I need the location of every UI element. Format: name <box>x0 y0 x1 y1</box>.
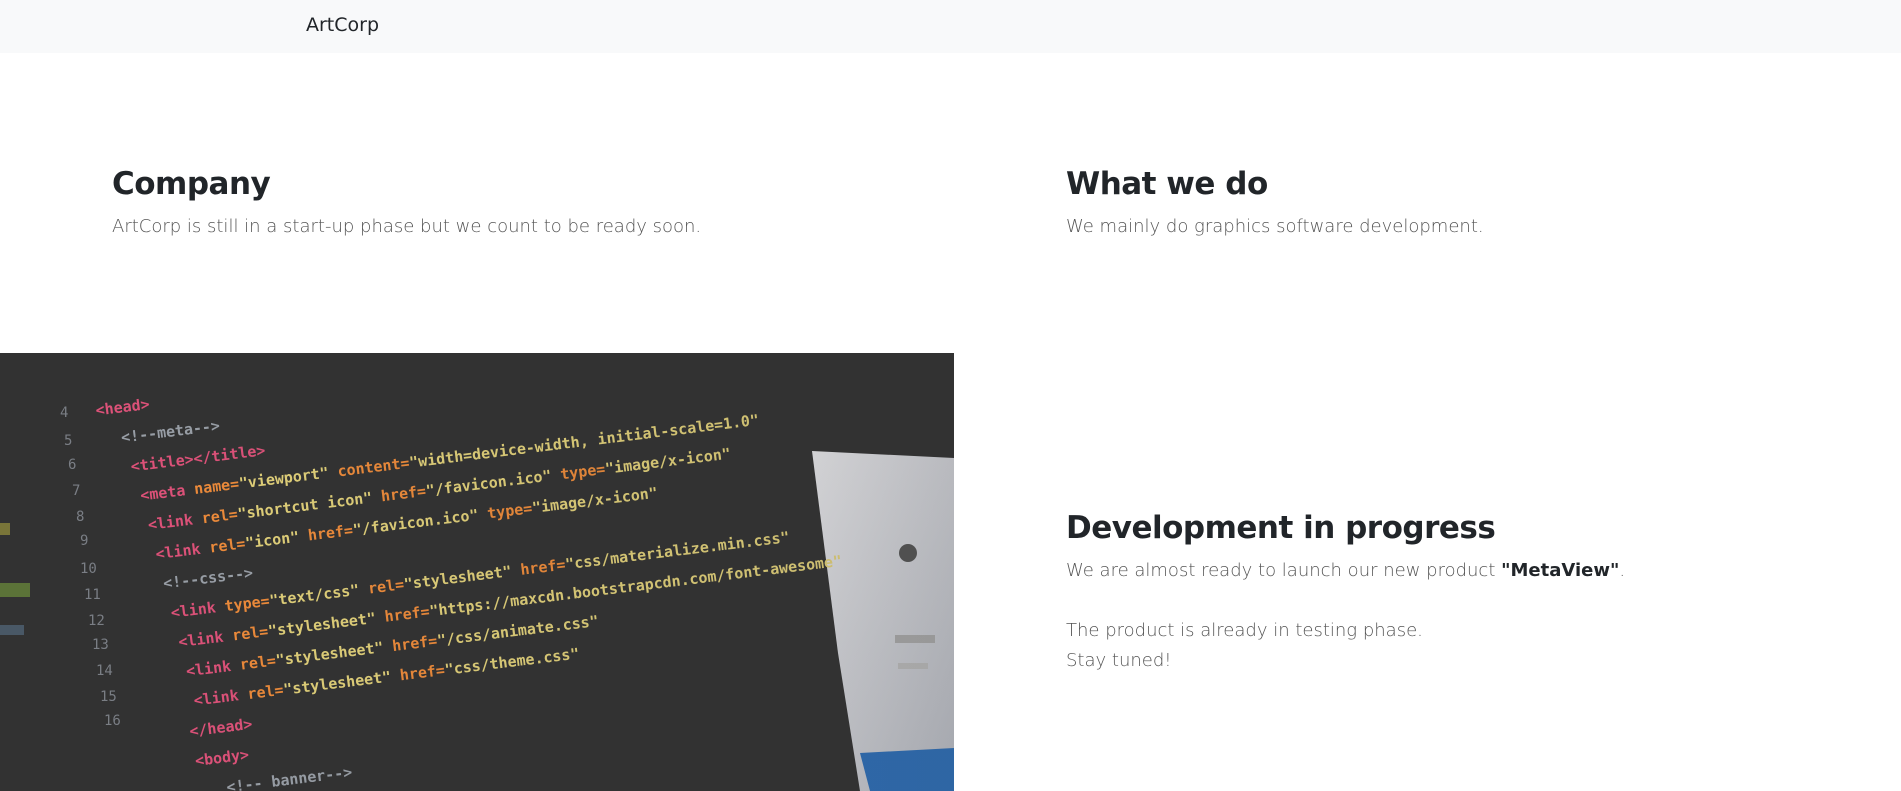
code-photo-art: 456 789 101112 131415 16 <head> <!--meta… <box>0 353 954 791</box>
what-we-do-text: We mainly do graphics software developme… <box>1066 216 1484 237</box>
development-line-1: We are almost ready to launch our new pr… <box>1066 556 1846 586</box>
development-line-3: Stay tuned! <box>1066 650 1172 671</box>
brand-link[interactable]: ArtCorp <box>306 14 379 36</box>
development-line-1-suffix: . <box>1619 560 1626 581</box>
company-title: Company <box>112 166 271 202</box>
development-line-1-prefix: We are almost ready to launch our new pr… <box>1066 560 1502 581</box>
product-name: "MetaView" <box>1501 560 1620 581</box>
code-photo: 456 789 10 11 12 13 14 15 16 <head> <!--meta… <box>0 353 954 791</box>
development-text: We are almost ready to launch our new pr… <box>1066 556 1846 676</box>
navbar: ArtCorp <box>0 0 1901 53</box>
what-we-do-title: What we do <box>1066 166 1268 202</box>
company-text: ArtCorp is still in a start-up phase but… <box>112 216 702 237</box>
development-line-2: The product is already in testing phase. <box>1066 620 1423 641</box>
development-title: Development in progress <box>1066 510 1496 546</box>
